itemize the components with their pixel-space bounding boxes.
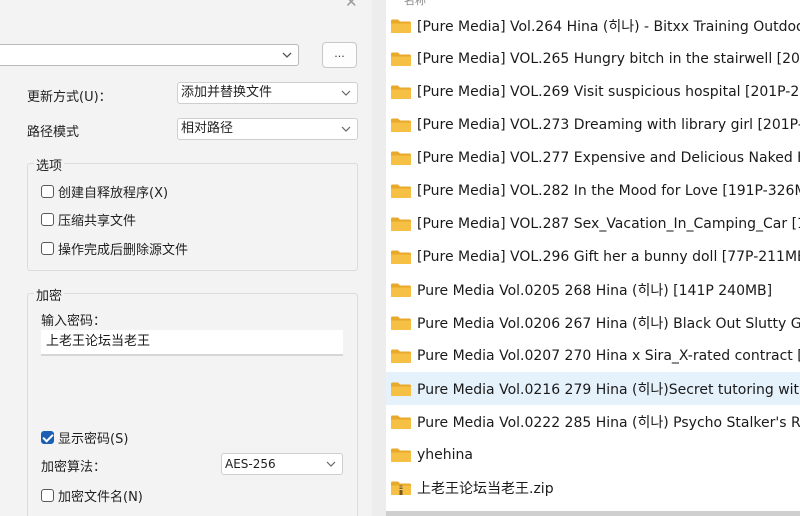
folder-row[interactable]: Pure Media Vol.0205 268 Hina (히나) [141P … <box>386 273 800 306</box>
folder-icon <box>390 150 412 166</box>
folder-row[interactable]: yhehina <box>386 438 800 471</box>
folder-row[interactable]: [Pure Media] VOL.277 Expensive and Delic… <box>386 141 800 174</box>
horizontal-scrollbar[interactable] <box>386 511 800 516</box>
folder-icon <box>390 18 412 34</box>
folder-row[interactable]: [Pure Media] VOL.265 Hungry bitch in the… <box>386 42 800 75</box>
show-password-option[interactable]: 显示密码(S) <box>41 428 128 447</box>
folder-row[interactable]: [Pure Media] VOL.282 In the Mood for Lov… <box>386 174 800 207</box>
chevron-down-icon[interactable] <box>280 46 294 64</box>
compress-shared-checkbox[interactable] <box>41 213 54 226</box>
delete-source-option[interactable]: 操作完成后删除源文件 <box>41 239 188 258</box>
file-name: [Pure Media] Vol.264 Hina (히나) - Bitxx T… <box>417 18 800 35</box>
folder-icon <box>390 51 412 67</box>
pane-divider <box>372 0 386 516</box>
file-name: [Pure Media] VOL.282 In the Mood for Lov… <box>417 182 800 199</box>
file-name: Pure Media Vol.0205 268 Hina (히나) [141P … <box>417 282 773 299</box>
folder-icon <box>390 315 412 331</box>
folder-icon <box>390 414 412 430</box>
compress-shared-label: 压缩共享文件 <box>58 214 137 229</box>
folder-icon <box>390 183 412 199</box>
folder-icon <box>390 348 412 364</box>
file-name: [Pure Media] VOL.265 Hungry bitch in the… <box>417 50 800 67</box>
file-name: 上老王论坛当老王.zip <box>417 480 554 497</box>
delete-source-checkbox[interactable] <box>41 242 54 255</box>
file-list: 名称 [Pure Media] Vol.264 Hina (히나) - Bitx… <box>386 0 800 516</box>
folder-icon <box>390 381 412 397</box>
folder-row[interactable]: [Pure Media] Vol.264 Hina (히나) - Bitxx T… <box>386 9 800 42</box>
folder-icon <box>390 447 412 463</box>
close-icon[interactable]: ✕ <box>345 0 358 11</box>
archive-path-combo[interactable] <box>0 44 299 66</box>
chevron-down-icon <box>341 90 351 96</box>
file-name: [Pure Media] VOL.273 Dreaming with libra… <box>417 116 800 133</box>
path-mode-label: 路径模式 <box>27 125 80 140</box>
path-mode-value: 相对路径 <box>181 121 234 136</box>
chevron-down-icon <box>326 461 336 467</box>
name-column-header[interactable]: 名称 <box>404 0 426 8</box>
file-name: [Pure Media] VOL.269 Visit suspicious ho… <box>417 83 800 100</box>
encrypt-filenames-checkbox[interactable] <box>41 489 54 502</box>
password-input[interactable]: 上老王论坛当老王 <box>41 330 343 356</box>
zip-archive-icon <box>390 480 412 496</box>
encrypt-filenames-label: 加密文件名(N) <box>58 490 143 505</box>
encrypt-filenames-option[interactable]: 加密文件名(N) <box>41 486 143 505</box>
create-sfx-label: 创建自释放程序(X) <box>58 186 169 201</box>
chevron-down-icon <box>341 126 351 132</box>
create-sfx-option[interactable]: 创建自释放程序(X) <box>41 182 168 201</box>
encryption-method-label: 加密算法： <box>41 460 107 475</box>
delete-source-label: 操作完成后删除源文件 <box>58 243 189 258</box>
password-label: 输入密码： <box>41 314 107 329</box>
file-name: Pure Media Vol.0222 285 Hina (히나) Psycho… <box>417 414 800 431</box>
show-password-label: 显示密码(S) <box>58 432 129 447</box>
folder-row[interactable]: [Pure Media] VOL.269 Visit suspicious ho… <box>386 75 800 108</box>
folder-row[interactable]: Pure Media Vol.0206 267 Hina (히나) Black … <box>386 306 800 339</box>
folder-row[interactable]: [Pure Media] VOL.296 Gift her a bunny do… <box>386 240 800 273</box>
folder-icon <box>390 117 412 133</box>
update-mode-select[interactable]: 添加并替换文件 <box>177 82 358 104</box>
encryption-method-value: AES-256 <box>225 457 276 471</box>
file-name: Pure Media Vol.0207 270 Hina x Sira_X-ra… <box>417 347 800 364</box>
path-mode-select[interactable]: 相对路径 <box>177 118 358 140</box>
file-row[interactable]: 上老王论坛当老王.zip <box>386 471 800 504</box>
file-name: yhehina <box>417 446 473 463</box>
encryption-method-select[interactable]: AES-256 <box>221 453 343 475</box>
file-name: Pure Media Vol.0216 279 Hina (히나)Secret … <box>417 381 800 398</box>
file-name: [Pure Media] VOL.277 Expensive and Delic… <box>417 149 800 166</box>
browse-button[interactable]: ... <box>322 42 357 68</box>
options-group-title: 选项 <box>34 155 65 174</box>
show-password-checkbox[interactable] <box>41 431 54 444</box>
update-mode-value: 添加并替换文件 <box>181 85 273 100</box>
create-sfx-checkbox[interactable] <box>41 185 54 198</box>
folder-row[interactable]: [Pure Media] VOL.273 Dreaming with libra… <box>386 108 800 141</box>
encryption-group-title: 加密 <box>34 285 65 304</box>
folder-row[interactable]: Pure Media Vol.0222 285 Hina (히나) Psycho… <box>386 405 800 438</box>
folder-row[interactable]: [Pure Media] VOL.287 Sex_Vacation_In_Cam… <box>386 207 800 240</box>
folder-icon <box>390 249 412 265</box>
compress-shared-option[interactable]: 压缩共享文件 <box>41 210 136 229</box>
folder-row[interactable]: Pure Media Vol.0207 270 Hina x Sira_X-ra… <box>386 339 800 372</box>
folder-icon <box>390 282 412 298</box>
file-name: [Pure Media] VOL.287 Sex_Vacation_In_Cam… <box>417 215 800 232</box>
archive-dialog: ✕ ... 更新方式(U)： 添加并替换文件 路径模式 相对路径 选项 创建自释… <box>0 0 372 516</box>
folder-icon <box>390 84 412 100</box>
folder-icon <box>390 216 412 232</box>
folder-row[interactable]: Pure Media Vol.0216 279 Hina (히나)Secret … <box>386 372 800 405</box>
file-name: Pure Media Vol.0206 267 Hina (히나) Black … <box>417 315 800 332</box>
file-name: [Pure Media] VOL.296 Gift her a bunny do… <box>417 248 800 265</box>
update-mode-label: 更新方式(U)： <box>27 90 112 105</box>
